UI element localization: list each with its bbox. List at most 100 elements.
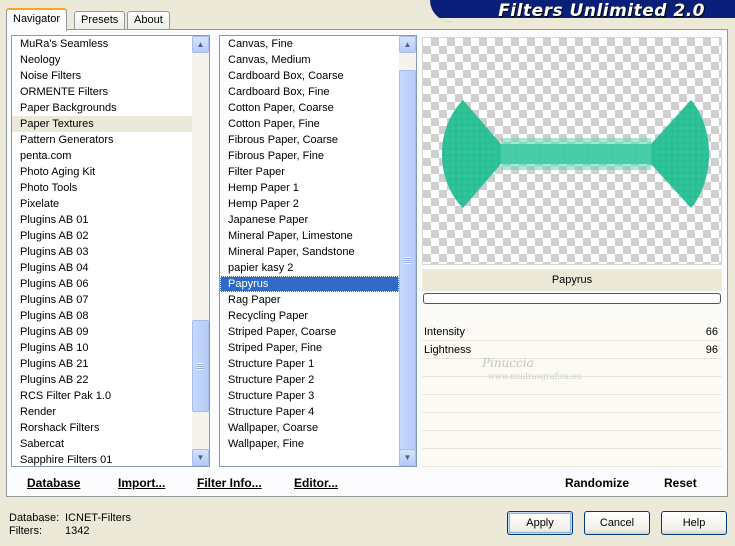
category-list[interactable]: MuRa's Seamless Neology Noise Filters ORMEN… bbox=[11, 35, 210, 467]
category-item[interactable]: Plugins AB 22 bbox=[12, 372, 192, 388]
param-label: Lightness bbox=[424, 344, 472, 356]
category-item[interactable]: RCS Filter Pak 1.0 bbox=[12, 388, 192, 404]
category-item[interactable]: Plugins AB 21 bbox=[12, 356, 192, 372]
database-label: Database: bbox=[9, 512, 60, 524]
filter-item[interactable]: Striped Paper, Fine bbox=[220, 340, 399, 356]
category-item[interactable]: Render bbox=[12, 404, 192, 420]
filter-item[interactable]: Cardboard Box, Coarse bbox=[220, 68, 399, 84]
filter-list-items: Canvas, Fine Canvas, Medium Cardboard Box,… bbox=[220, 36, 399, 466]
filter-item[interactable]: Wallpaper, Coarse bbox=[220, 420, 399, 436]
category-item[interactable]: Paper Backgrounds bbox=[12, 100, 192, 116]
scroll-down-icon[interactable]: ▼ bbox=[192, 449, 209, 466]
tab-about[interactable]: About bbox=[127, 11, 170, 30]
filter-item[interactable]: Japanese Paper bbox=[220, 212, 399, 228]
filters-count: 1342 bbox=[65, 525, 90, 537]
filter-item[interactable]: Structure Paper 2 bbox=[220, 372, 399, 388]
category-item[interactable]: Plugins AB 01 bbox=[12, 212, 192, 228]
preview-shape bbox=[442, 100, 709, 208]
apply-button[interactable]: Apply bbox=[507, 511, 573, 535]
param-value: 66 bbox=[705, 326, 718, 338]
cancel-button[interactable]: Cancel bbox=[584, 511, 650, 535]
param-empty-row bbox=[422, 413, 722, 431]
grip-icon bbox=[197, 363, 204, 370]
category-item[interactable]: penta.com bbox=[12, 148, 192, 164]
filter-item[interactable]: papier kasy 2 bbox=[220, 260, 399, 276]
category-item[interactable]: Plugins AB 09 bbox=[12, 324, 192, 340]
filter-item[interactable]: Canvas, Medium bbox=[220, 52, 399, 68]
filter-info-button[interactable]: Filter Info... bbox=[197, 476, 262, 490]
filter-item[interactable]: Structure Paper 1 bbox=[220, 356, 399, 372]
filters-label: Filters: bbox=[9, 525, 42, 537]
filter-item[interactable]: Structure Paper 4 bbox=[220, 404, 399, 420]
database-value: ICNET-Filters bbox=[65, 512, 131, 524]
grip-icon bbox=[404, 257, 411, 264]
editor-button[interactable]: Editor... bbox=[294, 476, 338, 490]
filter-item[interactable]: Papyrus bbox=[220, 276, 399, 292]
filter-item[interactable]: Filter Paper bbox=[220, 164, 399, 180]
category-item[interactable]: Plugins AB 02 bbox=[12, 228, 192, 244]
category-item[interactable]: Plugins AB 04 bbox=[12, 260, 192, 276]
randomize-button[interactable]: Randomize bbox=[565, 476, 629, 490]
filter-item[interactable]: Mineral Paper, Sandstone bbox=[220, 244, 399, 260]
tab-presets[interactable]: Presets bbox=[74, 11, 126, 30]
category-item[interactable]: Photo Aging Kit bbox=[12, 164, 192, 180]
filter-item[interactable]: Rag Paper bbox=[220, 292, 399, 308]
filter-item[interactable]: Striped Paper, Coarse bbox=[220, 324, 399, 340]
category-item[interactable]: Sabercat bbox=[12, 436, 192, 452]
filter-scroll-thumb[interactable] bbox=[399, 70, 416, 450]
scroll-up-icon[interactable]: ▲ bbox=[192, 36, 209, 53]
watermark-url: www.mudrasgrafica.eu bbox=[488, 372, 582, 381]
param-intensity[interactable]: Intensity 66 bbox=[422, 323, 722, 341]
import-button[interactable]: Import... bbox=[118, 476, 165, 490]
category-item[interactable]: Neology bbox=[12, 52, 192, 68]
filter-item[interactable]: Mineral Paper, Limestone bbox=[220, 228, 399, 244]
filter-item[interactable]: Hemp Paper 2 bbox=[220, 196, 399, 212]
category-item[interactable]: Noise Filters bbox=[12, 68, 192, 84]
scroll-up-icon[interactable]: ▲ bbox=[399, 36, 416, 53]
category-item[interactable]: Plugins AB 06 bbox=[12, 276, 192, 292]
database-button[interactable]: Database bbox=[27, 476, 80, 490]
category-item[interactable]: Photo Tools bbox=[12, 180, 192, 196]
param-empty-row bbox=[422, 449, 722, 467]
help-button[interactable]: Help bbox=[661, 511, 727, 535]
filter-name-label: Papyrus bbox=[422, 269, 722, 291]
reset-button[interactable]: Reset bbox=[664, 476, 697, 490]
category-item[interactable]: Plugins AB 08 bbox=[12, 308, 192, 324]
param-empty-row bbox=[422, 431, 722, 449]
category-item[interactable]: Plugins AB 07 bbox=[12, 292, 192, 308]
title-banner: Filters Unlimited 2.0 bbox=[430, 0, 735, 22]
filter-item[interactable]: Cotton Paper, Coarse bbox=[220, 100, 399, 116]
category-item[interactable]: Sapphire Filters 01 bbox=[12, 452, 192, 466]
app-title: Filters Unlimited 2.0 bbox=[498, 1, 705, 21]
progress-bar bbox=[423, 293, 721, 304]
filter-item[interactable]: Cardboard Box, Fine bbox=[220, 84, 399, 100]
category-item[interactable]: Pixelate bbox=[12, 196, 192, 212]
param-lightness[interactable]: Lightness 96 bbox=[422, 341, 722, 359]
filter-item[interactable]: Hemp Paper 1 bbox=[220, 180, 399, 196]
category-item[interactable]: Rorshack Filters bbox=[12, 420, 192, 436]
category-item[interactable]: Pattern Generators bbox=[12, 132, 192, 148]
category-scroll-thumb[interactable] bbox=[192, 320, 209, 412]
filter-list[interactable]: Canvas, Fine Canvas, Medium Cardboard Box,… bbox=[219, 35, 417, 467]
filter-item[interactable]: Recycling Paper bbox=[220, 308, 399, 324]
category-item[interactable]: Plugins AB 10 bbox=[12, 340, 192, 356]
category-item[interactable]: Paper Textures bbox=[12, 116, 192, 132]
tab-navigator[interactable]: Navigator bbox=[6, 8, 68, 31]
param-label: Intensity bbox=[424, 326, 465, 338]
category-item[interactable]: MuRa's Seamless bbox=[12, 36, 192, 52]
filter-item[interactable]: Fibrous Paper, Coarse bbox=[220, 132, 399, 148]
filter-scrollbar[interactable]: ▲ ▼ bbox=[399, 36, 416, 466]
filter-item[interactable]: Cotton Paper, Fine bbox=[220, 116, 399, 132]
category-list-items: MuRa's Seamless Neology Noise Filters ORMEN… bbox=[12, 36, 192, 466]
scroll-down-icon[interactable]: ▼ bbox=[399, 449, 416, 466]
parameters-panel: Intensity 66 Lightness 96 Pinuccia www.m… bbox=[422, 306, 722, 468]
filter-item[interactable]: Structure Paper 3 bbox=[220, 388, 399, 404]
filter-item[interactable]: Canvas, Fine bbox=[220, 36, 399, 52]
category-item[interactable]: ORMENTE Filters bbox=[12, 84, 192, 100]
filter-item[interactable]: Wallpaper, Fine bbox=[220, 436, 399, 452]
category-item[interactable]: Plugins AB 03 bbox=[12, 244, 192, 260]
filter-item[interactable]: Fibrous Paper, Fine bbox=[220, 148, 399, 164]
param-value: 96 bbox=[705, 344, 718, 356]
category-scrollbar[interactable]: ▲ ▼ bbox=[192, 36, 209, 466]
param-empty-row bbox=[422, 395, 722, 413]
